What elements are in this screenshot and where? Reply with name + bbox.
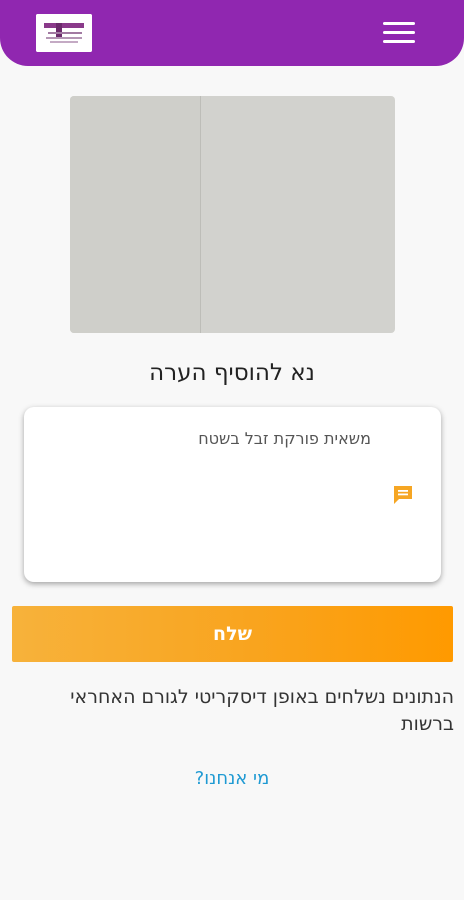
app-header <box>0 0 464 66</box>
uploaded-photo <box>70 96 395 333</box>
about-us-link[interactable]: מי אנחנו? <box>0 768 464 789</box>
app-logo[interactable] <box>36 14 92 52</box>
logo-mark-icon <box>36 14 92 52</box>
photo-fold-line <box>200 96 201 333</box>
note-input-text: משאית פורקת זבל בשטח <box>198 429 371 448</box>
photo-left-panel <box>70 96 200 333</box>
send-button[interactable]: שלח <box>12 606 453 662</box>
privacy-notice: הנתונים נשלחים באופן דיסקריטי לגורם האחר… <box>70 686 454 735</box>
hamburger-menu-icon[interactable] <box>383 22 415 44</box>
page-title: נא להוסיף הערה <box>149 360 315 386</box>
comment-icon <box>394 486 412 504</box>
note-input[interactable]: משאית פורקת זבל בשטח <box>24 407 441 582</box>
